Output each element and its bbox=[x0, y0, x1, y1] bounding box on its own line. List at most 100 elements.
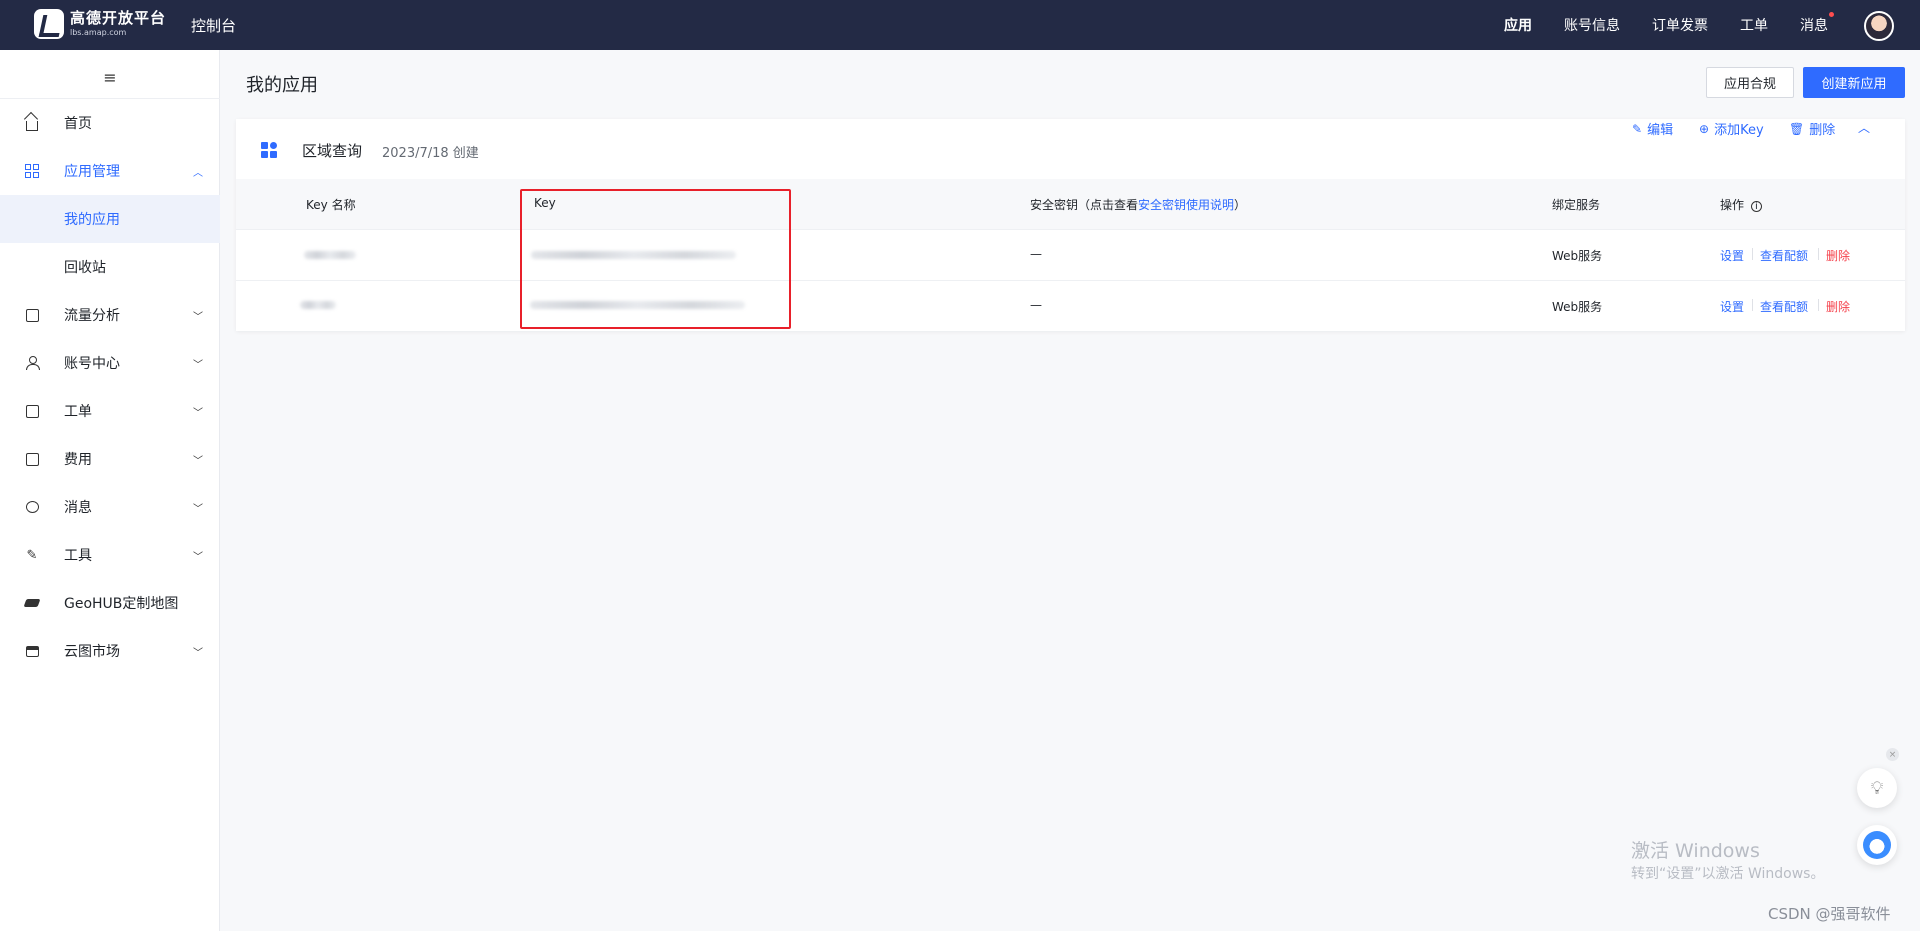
assistant-bot-icon[interactable] bbox=[1857, 825, 1897, 865]
col-ops: 操作 i bbox=[1720, 196, 1762, 213]
lightbulb-icon[interactable]: 💡︎ bbox=[1857, 768, 1897, 808]
col-secret-label: 安全密钥（点击查看 bbox=[1030, 198, 1139, 212]
unread-dot bbox=[1829, 12, 1834, 17]
op-divider bbox=[1818, 299, 1819, 311]
sidebar-item-messages[interactable]: 消息 ﹀ bbox=[0, 483, 220, 531]
secret-value: — bbox=[1030, 247, 1042, 261]
sidebar-item-account[interactable]: 账号中心 ﹀ bbox=[0, 339, 220, 387]
op-divider bbox=[1752, 299, 1753, 311]
secret-doc-link[interactable]: 安全密钥使用说明 bbox=[1138, 198, 1234, 212]
topnav-messages[interactable]: 消息 bbox=[1800, 12, 1834, 35]
sidebar-item-fees[interactable]: 费用 ﹀ bbox=[0, 435, 220, 483]
windows-activation-hint: 转到“设置”以激活 Windows。 bbox=[1631, 866, 1825, 882]
sidebar-item-label: 流量分析 bbox=[64, 308, 120, 324]
home-icon bbox=[24, 115, 40, 131]
collapse-card-button[interactable]: ︿ bbox=[1858, 119, 1870, 136]
sidebar-item-label: 账号中心 bbox=[64, 356, 120, 372]
sidebar-item-label: 工具 bbox=[64, 548, 92, 564]
service-value: Web服务 bbox=[1552, 249, 1603, 263]
delete-app-button[interactable]: 🗑︎ 删除 bbox=[1789, 119, 1836, 139]
chevron-down-icon: ﹀ bbox=[193, 407, 203, 419]
chevron-down-icon: ﹀ bbox=[193, 455, 203, 467]
sidebar-item-label: 云图市场 bbox=[64, 644, 120, 660]
menu-toggle-icon[interactable]: ≡ bbox=[102, 68, 118, 87]
fee-icon bbox=[24, 451, 40, 467]
settings-link[interactable]: 设置 bbox=[1720, 298, 1744, 315]
view-quota-link[interactable]: 查看配额 bbox=[1760, 247, 1808, 264]
op-divider bbox=[1818, 248, 1819, 260]
sidebar-subitem-label: 回收站 bbox=[64, 260, 106, 276]
console-link[interactable]: 控制台 bbox=[191, 15, 236, 36]
top-navigation-bar: 高德开放平台 lbs.amap.com 控制台 应用 账号信息 订单发票 工单 … bbox=[0, 0, 1920, 50]
store-icon bbox=[24, 643, 40, 659]
chevron-down-icon: ﹀ bbox=[193, 311, 203, 323]
edit-label: 编辑 bbox=[1647, 123, 1674, 138]
add-key-button[interactable]: ⊕ 添加Key bbox=[1699, 119, 1764, 139]
csdn-watermark: CSDN @强哥软件 bbox=[1768, 905, 1891, 923]
topnav-account[interactable]: 账号信息 bbox=[1564, 15, 1620, 35]
wrench-icon: ✎ bbox=[26, 547, 38, 563]
chart-icon bbox=[24, 307, 40, 323]
sidebar-item-tools[interactable]: ✎ 工具 ﹀ bbox=[0, 531, 220, 579]
amap-logo[interactable]: 高德开放平台 lbs.amap.com bbox=[34, 9, 166, 39]
col-ops-label: 操作 bbox=[1720, 198, 1745, 212]
sidebar-item-label: 费用 bbox=[64, 452, 92, 468]
sidebar-item-label: 消息 bbox=[64, 500, 92, 516]
create-app-button[interactable]: 创建新应用 bbox=[1803, 67, 1905, 98]
key-table-header: Key 名称 Key 安全密钥（点击查看安全密钥使用说明） 绑定服务 操作 i bbox=[236, 179, 1905, 229]
delete-label: 删除 bbox=[1809, 123, 1836, 138]
app-icon bbox=[261, 142, 277, 158]
app-card: 区域查询 2023/7/18 创建 ✎ 编辑 ⊕ 添加Key 🗑︎ 删除 ︿ K… bbox=[236, 119, 1905, 331]
table-row: — Web服务 设置 查看配额 删除 bbox=[236, 280, 1905, 331]
chevron-down-icon: ﹀ bbox=[193, 503, 203, 515]
table-row: — Web服务 设置 查看配额 删除 bbox=[236, 229, 1905, 280]
chevron-down-icon: ﹀ bbox=[193, 359, 203, 371]
add-key-label: 添加Key bbox=[1714, 123, 1764, 138]
app-name: 区域查询 bbox=[302, 142, 363, 160]
settings-link[interactable]: 设置 bbox=[1720, 247, 1744, 264]
sidebar-item-label: 首页 bbox=[64, 116, 92, 132]
col-key: Key bbox=[534, 196, 556, 210]
topnav-orders[interactable]: 订单发票 bbox=[1652, 15, 1708, 35]
sidebar-item-label: 工单 bbox=[64, 404, 92, 420]
logo-title: 高德开放平台 bbox=[70, 9, 167, 27]
edit-icon: ✎ bbox=[1632, 121, 1643, 136]
logo-subtitle: lbs.amap.com bbox=[70, 28, 127, 37]
redacted-key-name bbox=[304, 251, 356, 259]
col-secret: 安全密钥（点击查看安全密钥使用说明） bbox=[1030, 196, 1246, 213]
secret-value: — bbox=[1030, 298, 1042, 312]
redacted-key bbox=[530, 301, 745, 309]
user-avatar[interactable] bbox=[1864, 11, 1894, 41]
col-service: 绑定服务 bbox=[1552, 198, 1601, 212]
redacted-key-name bbox=[300, 301, 336, 309]
sidebar-subitem-my-apps[interactable]: 我的应用 bbox=[0, 195, 220, 243]
sidebar-item-tickets[interactable]: 工单 ﹀ bbox=[0, 387, 220, 435]
sidebar-item-label: GeoHUB定制地图 bbox=[64, 596, 179, 612]
app-compliance-button[interactable]: 应用合规 bbox=[1706, 67, 1794, 98]
windows-activation-title: 激活 Windows bbox=[1631, 840, 1760, 862]
sidebar-item-app-management[interactable]: 应用管理 ︿ bbox=[0, 147, 220, 195]
page-title: 我的应用 bbox=[246, 75, 318, 96]
close-icon[interactable]: × bbox=[1886, 748, 1899, 761]
logo-icon bbox=[34, 9, 64, 39]
sidebar-item-cloud-market[interactable]: 云图市场 ﹀ bbox=[0, 627, 220, 675]
sidebar-item-traffic[interactable]: 流量分析 ﹀ bbox=[0, 291, 220, 339]
topnav-tickets[interactable]: 工单 bbox=[1740, 15, 1768, 35]
sidebar-subitem-recycle-bin[interactable]: 回收站 bbox=[0, 243, 220, 291]
edit-app-button[interactable]: ✎ 编辑 bbox=[1632, 119, 1674, 139]
chevron-down-icon: ﹀ bbox=[193, 647, 203, 659]
delete-key-link[interactable]: 删除 bbox=[1826, 298, 1850, 315]
person-icon bbox=[24, 355, 40, 371]
sidebar-item-geohub[interactable]: GeoHUB定制地图 bbox=[0, 579, 220, 627]
app-card-header: 区域查询 2023/7/18 创建 ✎ 编辑 ⊕ 添加Key 🗑︎ 删除 ︿ bbox=[236, 119, 1905, 179]
redacted-key bbox=[531, 251, 736, 259]
sidebar: ≡ 首页 应用管理 ︿ 我的应用 回收站 流量分析 ﹀ 账号中心 ﹀ 工单 ﹀ … bbox=[0, 50, 220, 931]
sidebar-item-label: 应用管理 bbox=[64, 164, 120, 180]
delete-key-link[interactable]: 删除 bbox=[1826, 247, 1850, 264]
topnav-apps[interactable]: 应用 bbox=[1504, 15, 1532, 35]
chevron-down-icon: ﹀ bbox=[193, 551, 203, 563]
ticket-icon bbox=[24, 403, 40, 419]
sidebar-item-home[interactable]: 首页 bbox=[0, 99, 220, 147]
view-quota-link[interactable]: 查看配额 bbox=[1760, 298, 1808, 315]
service-value: Web服务 bbox=[1552, 300, 1603, 314]
